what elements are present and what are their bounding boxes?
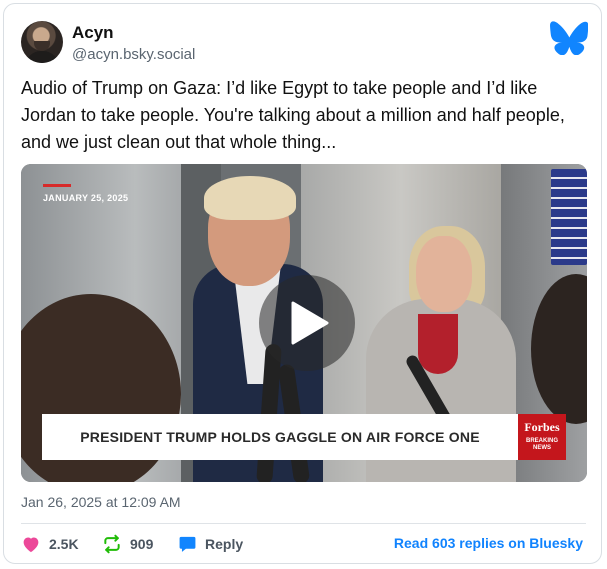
network-logo: Forbes BREAKING NEWS [518,414,566,460]
network-tag-line2: NEWS [533,445,551,451]
video-lower-third-text: PRESIDENT TRUMP HOLDS GAGGLE ON AIR FORC… [80,429,480,445]
like-count: 2.5K [49,536,79,552]
divider [21,523,586,524]
network-logo-text: Forbes [524,420,560,434]
video-person-woman-top [418,314,458,374]
avatar-beard [34,41,50,51]
video-lower-third: PRESIDENT TRUMP HOLDS GAGGLE ON AIR FORC… [42,414,518,460]
video-date-accent [43,184,71,187]
network-tag-line1: BREAKING [525,438,558,444]
bluesky-butterfly-icon[interactable] [550,21,588,55]
avatar-shoulders [25,51,59,63]
author-display-name[interactable]: Acyn [72,23,114,43]
bluesky-embed-card[interactable]: Acyn @acyn.bsky.social Audio of Trump on… [3,3,602,564]
like-button[interactable]: 2.5K [21,532,79,556]
video-flag [551,169,587,265]
play-icon [291,301,329,345]
play-button[interactable] [259,275,355,371]
read-replies-link[interactable]: Read 603 replies on Bluesky [394,535,583,551]
video-player[interactable]: JANUARY 25, 2025 PRESIDENT TRUMP HOLDS G… [21,164,587,482]
speech-bubble-icon [179,536,196,552]
video-person-speaker-hair [204,176,296,220]
repost-icon [104,534,120,554]
author-handle[interactable]: @acyn.bsky.social [72,46,195,63]
repost-count: 909 [130,536,154,552]
reply-button[interactable]: Reply [178,532,243,556]
heart-icon [23,537,39,553]
post-timestamp[interactable]: Jan 26, 2025 at 12:09 AM [21,494,181,510]
author-avatar[interactable] [21,21,63,63]
post-text: Audio of Trump on Gaza: I’d like Egypt t… [21,78,565,152]
reply-label: Reply [205,536,244,552]
video-person-woman-face [416,236,472,312]
repost-button[interactable]: 909 [102,532,153,556]
video-date-label: JANUARY 25, 2025 [43,193,129,203]
